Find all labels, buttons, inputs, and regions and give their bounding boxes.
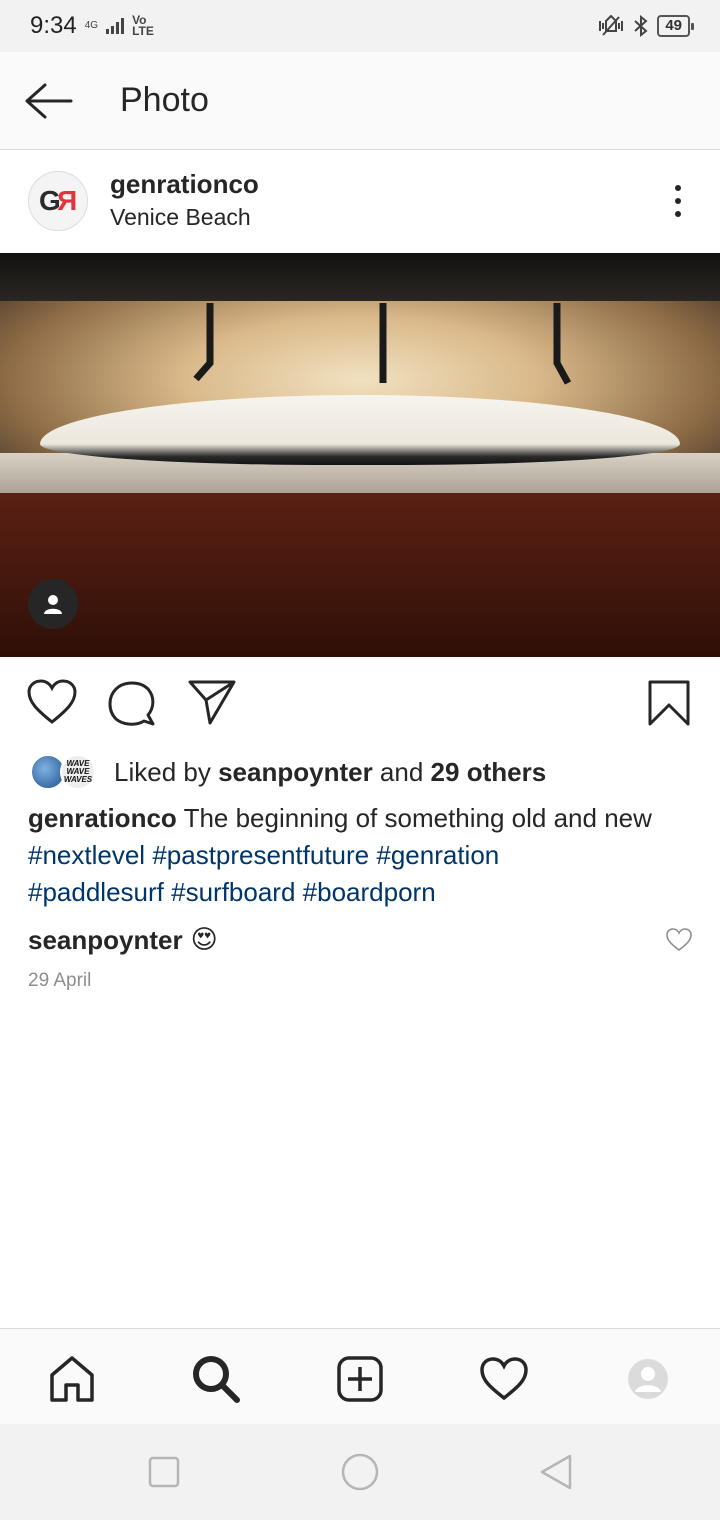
circle-icon bbox=[341, 1453, 379, 1491]
status-left: 9:34 4G Vo LTE bbox=[30, 12, 154, 40]
more-dot bbox=[675, 185, 681, 191]
arrow-left-icon bbox=[25, 83, 73, 118]
hashtag-link[interactable]: #paddlesurf bbox=[28, 877, 164, 907]
post-meta: genrationco Venice Beach bbox=[110, 169, 259, 231]
back-button[interactable] bbox=[0, 52, 96, 150]
signal-icon bbox=[106, 18, 125, 34]
more-dot bbox=[675, 211, 681, 217]
home-icon bbox=[50, 1356, 94, 1402]
post-location[interactable]: Venice Beach bbox=[110, 204, 259, 231]
comment-row: seanpoynter 😍 bbox=[28, 920, 692, 960]
vibrate-icon bbox=[599, 15, 624, 36]
heart-icon[interactable] bbox=[27, 679, 77, 725]
post-caption: genrationco The beginning of something o… bbox=[28, 800, 698, 911]
activity-heart-icon bbox=[480, 1357, 528, 1401]
comment-username[interactable]: seanpoynter bbox=[28, 925, 183, 956]
comment-icon[interactable] bbox=[108, 679, 156, 727]
nav-new-post[interactable] bbox=[332, 1351, 388, 1407]
comment-emoji: 😍 bbox=[190, 925, 218, 955]
square-icon bbox=[148, 1456, 180, 1488]
likes-conjunction: and bbox=[379, 756, 424, 787]
status-bar: 9:34 4G Vo LTE 49 bbox=[0, 0, 720, 52]
nav-home[interactable] bbox=[44, 1351, 100, 1407]
page-title: Photo bbox=[120, 81, 209, 119]
back-nav-button[interactable] bbox=[536, 1452, 576, 1492]
photo-counter bbox=[0, 493, 720, 657]
hashtag-link[interactable]: #genration bbox=[376, 840, 499, 870]
comment-heart-icon[interactable] bbox=[666, 928, 692, 952]
hashtag-link[interactable]: #nextlevel bbox=[28, 840, 145, 870]
bottom-nav bbox=[0, 1328, 720, 1424]
liker-avatars: WAVE WAVE WAVES bbox=[30, 752, 100, 792]
profile-icon bbox=[628, 1359, 668, 1399]
caption-username[interactable]: genrationco bbox=[28, 803, 177, 833]
bluetooth-icon bbox=[634, 15, 648, 37]
volte-indicator: Vo LTE bbox=[132, 14, 154, 38]
likes-user[interactable]: seanpoynter bbox=[218, 757, 373, 787]
caption-text: The beginning of something old and new bbox=[183, 803, 652, 833]
hashtag-link[interactable]: #pastpresentfuture bbox=[152, 840, 369, 870]
likes-prefix: Liked by bbox=[114, 756, 211, 787]
more-options-button[interactable] bbox=[666, 181, 690, 221]
more-dot bbox=[675, 198, 681, 204]
likes-others[interactable]: 29 others bbox=[431, 757, 547, 787]
liker-avatar: WAVE WAVE WAVES bbox=[60, 754, 96, 790]
post-actions bbox=[0, 657, 720, 747]
status-right: 49 bbox=[597, 15, 694, 37]
nav-profile[interactable] bbox=[620, 1351, 676, 1407]
likes-text: Liked by seanpoynter and 29 others bbox=[114, 757, 546, 788]
nav-activity[interactable] bbox=[476, 1351, 532, 1407]
hashtag-link[interactable]: #surfboard bbox=[171, 877, 295, 907]
post-header: GR genrationco Venice Beach bbox=[0, 151, 720, 253]
status-time: 9:34 bbox=[30, 12, 77, 39]
send-icon[interactable] bbox=[188, 679, 236, 725]
recent-apps-button[interactable] bbox=[144, 1452, 184, 1492]
author-username[interactable]: genrationco bbox=[110, 169, 259, 200]
bookmark-icon[interactable] bbox=[647, 679, 691, 727]
tagged-people-button[interactable] bbox=[28, 579, 78, 629]
signal-label: 4G bbox=[84, 20, 99, 31]
person-tag-icon bbox=[44, 595, 62, 614]
triangle-back-icon bbox=[540, 1454, 572, 1490]
app-header: Photo bbox=[0, 52, 720, 150]
avatar-logo-left: G bbox=[38, 185, 61, 216]
nav-search[interactable] bbox=[188, 1351, 244, 1407]
hashtag-link[interactable]: #boardporn bbox=[303, 877, 436, 907]
author-avatar[interactable]: GR bbox=[28, 171, 88, 231]
likes-row[interactable]: WAVE WAVE WAVES Liked by seanpoynter and… bbox=[30, 752, 546, 792]
post-date: 29 April bbox=[28, 970, 92, 991]
avatar-logo-right: R bbox=[58, 185, 77, 216]
home-button[interactable] bbox=[340, 1452, 380, 1492]
system-nav-bar bbox=[0, 1424, 720, 1520]
battery-indicator: 49 bbox=[657, 15, 694, 37]
search-icon bbox=[193, 1356, 240, 1403]
new-post-icon bbox=[337, 1356, 383, 1402]
photo-hooks bbox=[193, 303, 572, 385]
post-photo[interactable] bbox=[0, 253, 720, 657]
volte-bottom: LTE bbox=[132, 24, 154, 38]
